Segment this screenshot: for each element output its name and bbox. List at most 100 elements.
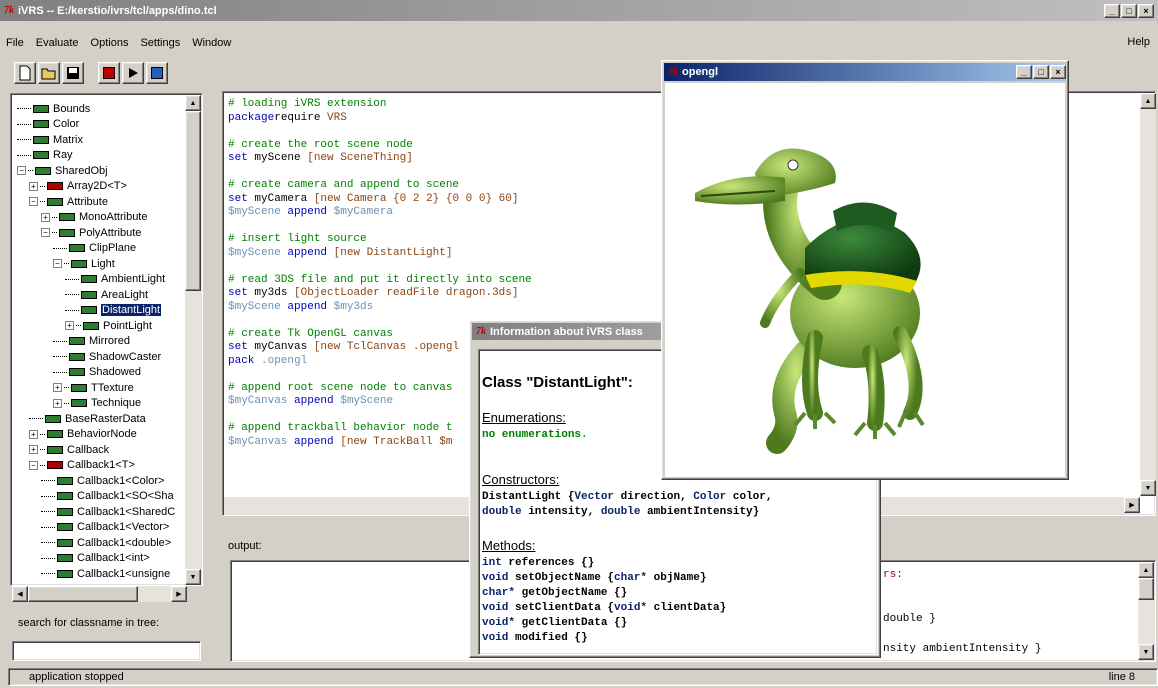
tree-item[interactable]: + Array2D<T> xyxy=(17,179,202,195)
tree-hscroll-thumb[interactable] xyxy=(28,586,138,602)
tree-item[interactable]: Callback1<SharedC xyxy=(17,504,202,520)
collapse-icon[interactable]: − xyxy=(17,166,26,176)
new-file-icon[interactable] xyxy=(14,62,36,84)
tree-item[interactable]: − SharedObj xyxy=(17,163,202,179)
tree-item-label: Technique xyxy=(91,397,142,410)
maximize-button[interactable]: □ xyxy=(1121,3,1137,18)
tree-item[interactable]: Color xyxy=(17,117,202,133)
menu-settings[interactable]: Settings xyxy=(140,37,180,49)
opengl-window[interactable]: 7k opengl _ □ × xyxy=(661,60,1069,480)
tree-item[interactable]: Matrix xyxy=(17,132,202,148)
code-token: append xyxy=(280,300,334,313)
tree-item[interactable]: + Technique xyxy=(17,396,202,412)
menu-file[interactable]: File xyxy=(6,37,24,49)
collapse-icon[interactable]: − xyxy=(29,197,38,207)
collapse-icon[interactable]: − xyxy=(41,228,50,238)
tree-item[interactable]: + PointLight xyxy=(17,318,202,334)
editor-vscrollbar[interactable]: ▲ ▼ xyxy=(1140,93,1156,496)
stop-icon[interactable] xyxy=(98,62,120,84)
opengl-close-button[interactable]: × xyxy=(1050,65,1066,79)
tree-item[interactable]: Mirrored xyxy=(17,334,202,350)
expand-icon[interactable]: + xyxy=(29,429,38,439)
open-folder-icon[interactable] xyxy=(38,62,60,84)
tree-item[interactable]: BaseRasterData xyxy=(17,411,202,427)
menu-help[interactable]: Help xyxy=(1127,36,1150,48)
output-scroll-down-icon[interactable]: ▼ xyxy=(1138,644,1154,660)
collapse-icon[interactable]: − xyxy=(53,259,62,269)
tree-item-label: Array2D<T> xyxy=(67,180,127,193)
expand-icon[interactable]: + xyxy=(65,321,74,331)
tree-item[interactable]: Callback1<SO<Sha xyxy=(17,489,202,505)
tree-item[interactable]: DistantLight xyxy=(17,303,202,319)
expand-icon[interactable]: + xyxy=(41,212,50,222)
tree-item[interactable]: − Attribute xyxy=(17,194,202,210)
class-node-icon xyxy=(57,507,73,516)
tree-item[interactable]: − Callback1<T> xyxy=(17,458,202,474)
play-icon[interactable] xyxy=(122,62,144,84)
tree-item-label: Color xyxy=(53,118,80,131)
editor-scroll-up-icon[interactable]: ▲ xyxy=(1140,93,1156,109)
class-node-icon xyxy=(83,321,99,330)
expand-icon[interactable]: + xyxy=(29,181,38,191)
tree-item[interactable]: + BehaviorNode xyxy=(17,427,202,443)
tree-item[interactable]: Callback1<int> xyxy=(17,551,202,567)
tree-item[interactable]: Callback1<unsigne xyxy=(17,566,202,582)
tree-item[interactable]: Bounds xyxy=(17,101,202,117)
close-button[interactable]: × xyxy=(1138,3,1154,18)
tree-item[interactable]: + MonoAttribute xyxy=(17,210,202,226)
opengl-maximize-button[interactable]: □ xyxy=(1033,65,1049,79)
output-vscrollbar[interactable]: ▲ ▼ xyxy=(1138,562,1154,660)
tree-item[interactable]: + Callback xyxy=(17,442,202,458)
search-input[interactable] xyxy=(12,641,201,661)
tree-scroll-thumb[interactable] xyxy=(185,111,201,291)
type-token: void* xyxy=(614,602,648,614)
tree-item[interactable]: AreaLight xyxy=(17,287,202,303)
collapse-icon[interactable]: − xyxy=(29,460,38,470)
tree-item[interactable]: Shadowed xyxy=(17,365,202,381)
expand-icon[interactable]: + xyxy=(53,398,62,408)
tree-item[interactable]: Ray xyxy=(17,148,202,164)
tree-item[interactable]: − Light xyxy=(17,256,202,272)
tree-vscrollbar[interactable]: ▲ ▼ xyxy=(185,95,201,585)
class-tree[interactable]: Bounds Color Matrix Ray − SharedObj + Array2D<T… xyxy=(10,93,203,586)
menu-options[interactable]: Options xyxy=(91,37,129,49)
minimize-button[interactable]: _ xyxy=(1104,3,1120,18)
editor-scroll-right-icon[interactable]: ▶ xyxy=(1124,497,1140,513)
output-scroll-up-icon[interactable]: ▲ xyxy=(1138,562,1154,578)
tree-item[interactable]: Callback1<double> xyxy=(17,535,202,551)
tree-item[interactable]: Callback1<Color> xyxy=(17,473,202,489)
code-token: $myCanvas xyxy=(228,435,288,448)
step-icon[interactable] xyxy=(146,62,168,84)
menu-window[interactable]: Window xyxy=(192,37,231,49)
code-token: myCamera xyxy=(247,192,314,205)
opengl-title-bar[interactable]: 7k opengl _ □ × xyxy=(664,63,1066,81)
opengl-minimize-button[interactable]: _ xyxy=(1016,65,1032,79)
tree-item[interactable]: + TTexture xyxy=(17,380,202,396)
editor-scroll-down-icon[interactable]: ▼ xyxy=(1140,480,1156,496)
tree-item[interactable]: Callback1<Vector> xyxy=(17,520,202,536)
scroll-right-arrow-icon[interactable]: ▶ xyxy=(171,586,187,602)
tree-item[interactable]: − PolyAttribute xyxy=(17,225,202,241)
menu-evaluate[interactable]: Evaluate xyxy=(36,37,79,49)
tree-item[interactable]: ShadowCaster xyxy=(17,349,202,365)
tree-hscrollbar[interactable]: ◀ ▶ xyxy=(12,586,187,602)
tree-item[interactable]: AmbientLight xyxy=(17,272,202,288)
main-title-bar[interactable]: 7k iVRS -- E:/kerstio/ivrs/tcl/apps/dino… xyxy=(0,0,1158,21)
scroll-left-arrow-icon[interactable]: ◀ xyxy=(12,586,28,602)
expand-icon[interactable]: + xyxy=(53,383,62,393)
tree-item-label: Attribute xyxy=(67,195,108,208)
save-icon[interactable] xyxy=(62,62,84,84)
info-ctor-label: Constructors: xyxy=(482,472,560,487)
code-token: pack xyxy=(228,354,255,367)
class-node-icon xyxy=(69,352,85,361)
opengl-canvas[interactable] xyxy=(665,83,1065,477)
signature-token: modified {} xyxy=(508,632,588,644)
expand-icon[interactable]: + xyxy=(29,445,38,455)
code-token: $myScene xyxy=(228,206,281,218)
search-label: search for classname in tree: xyxy=(18,617,160,629)
tree-item[interactable]: ClipPlane xyxy=(17,241,202,257)
scroll-up-arrow-icon[interactable]: ▲ xyxy=(185,95,201,111)
output-scroll-thumb[interactable] xyxy=(1138,578,1154,600)
code-token: # read 3DS file and put it directly into… xyxy=(228,273,532,286)
scroll-down-arrow-icon[interactable]: ▼ xyxy=(185,569,201,585)
